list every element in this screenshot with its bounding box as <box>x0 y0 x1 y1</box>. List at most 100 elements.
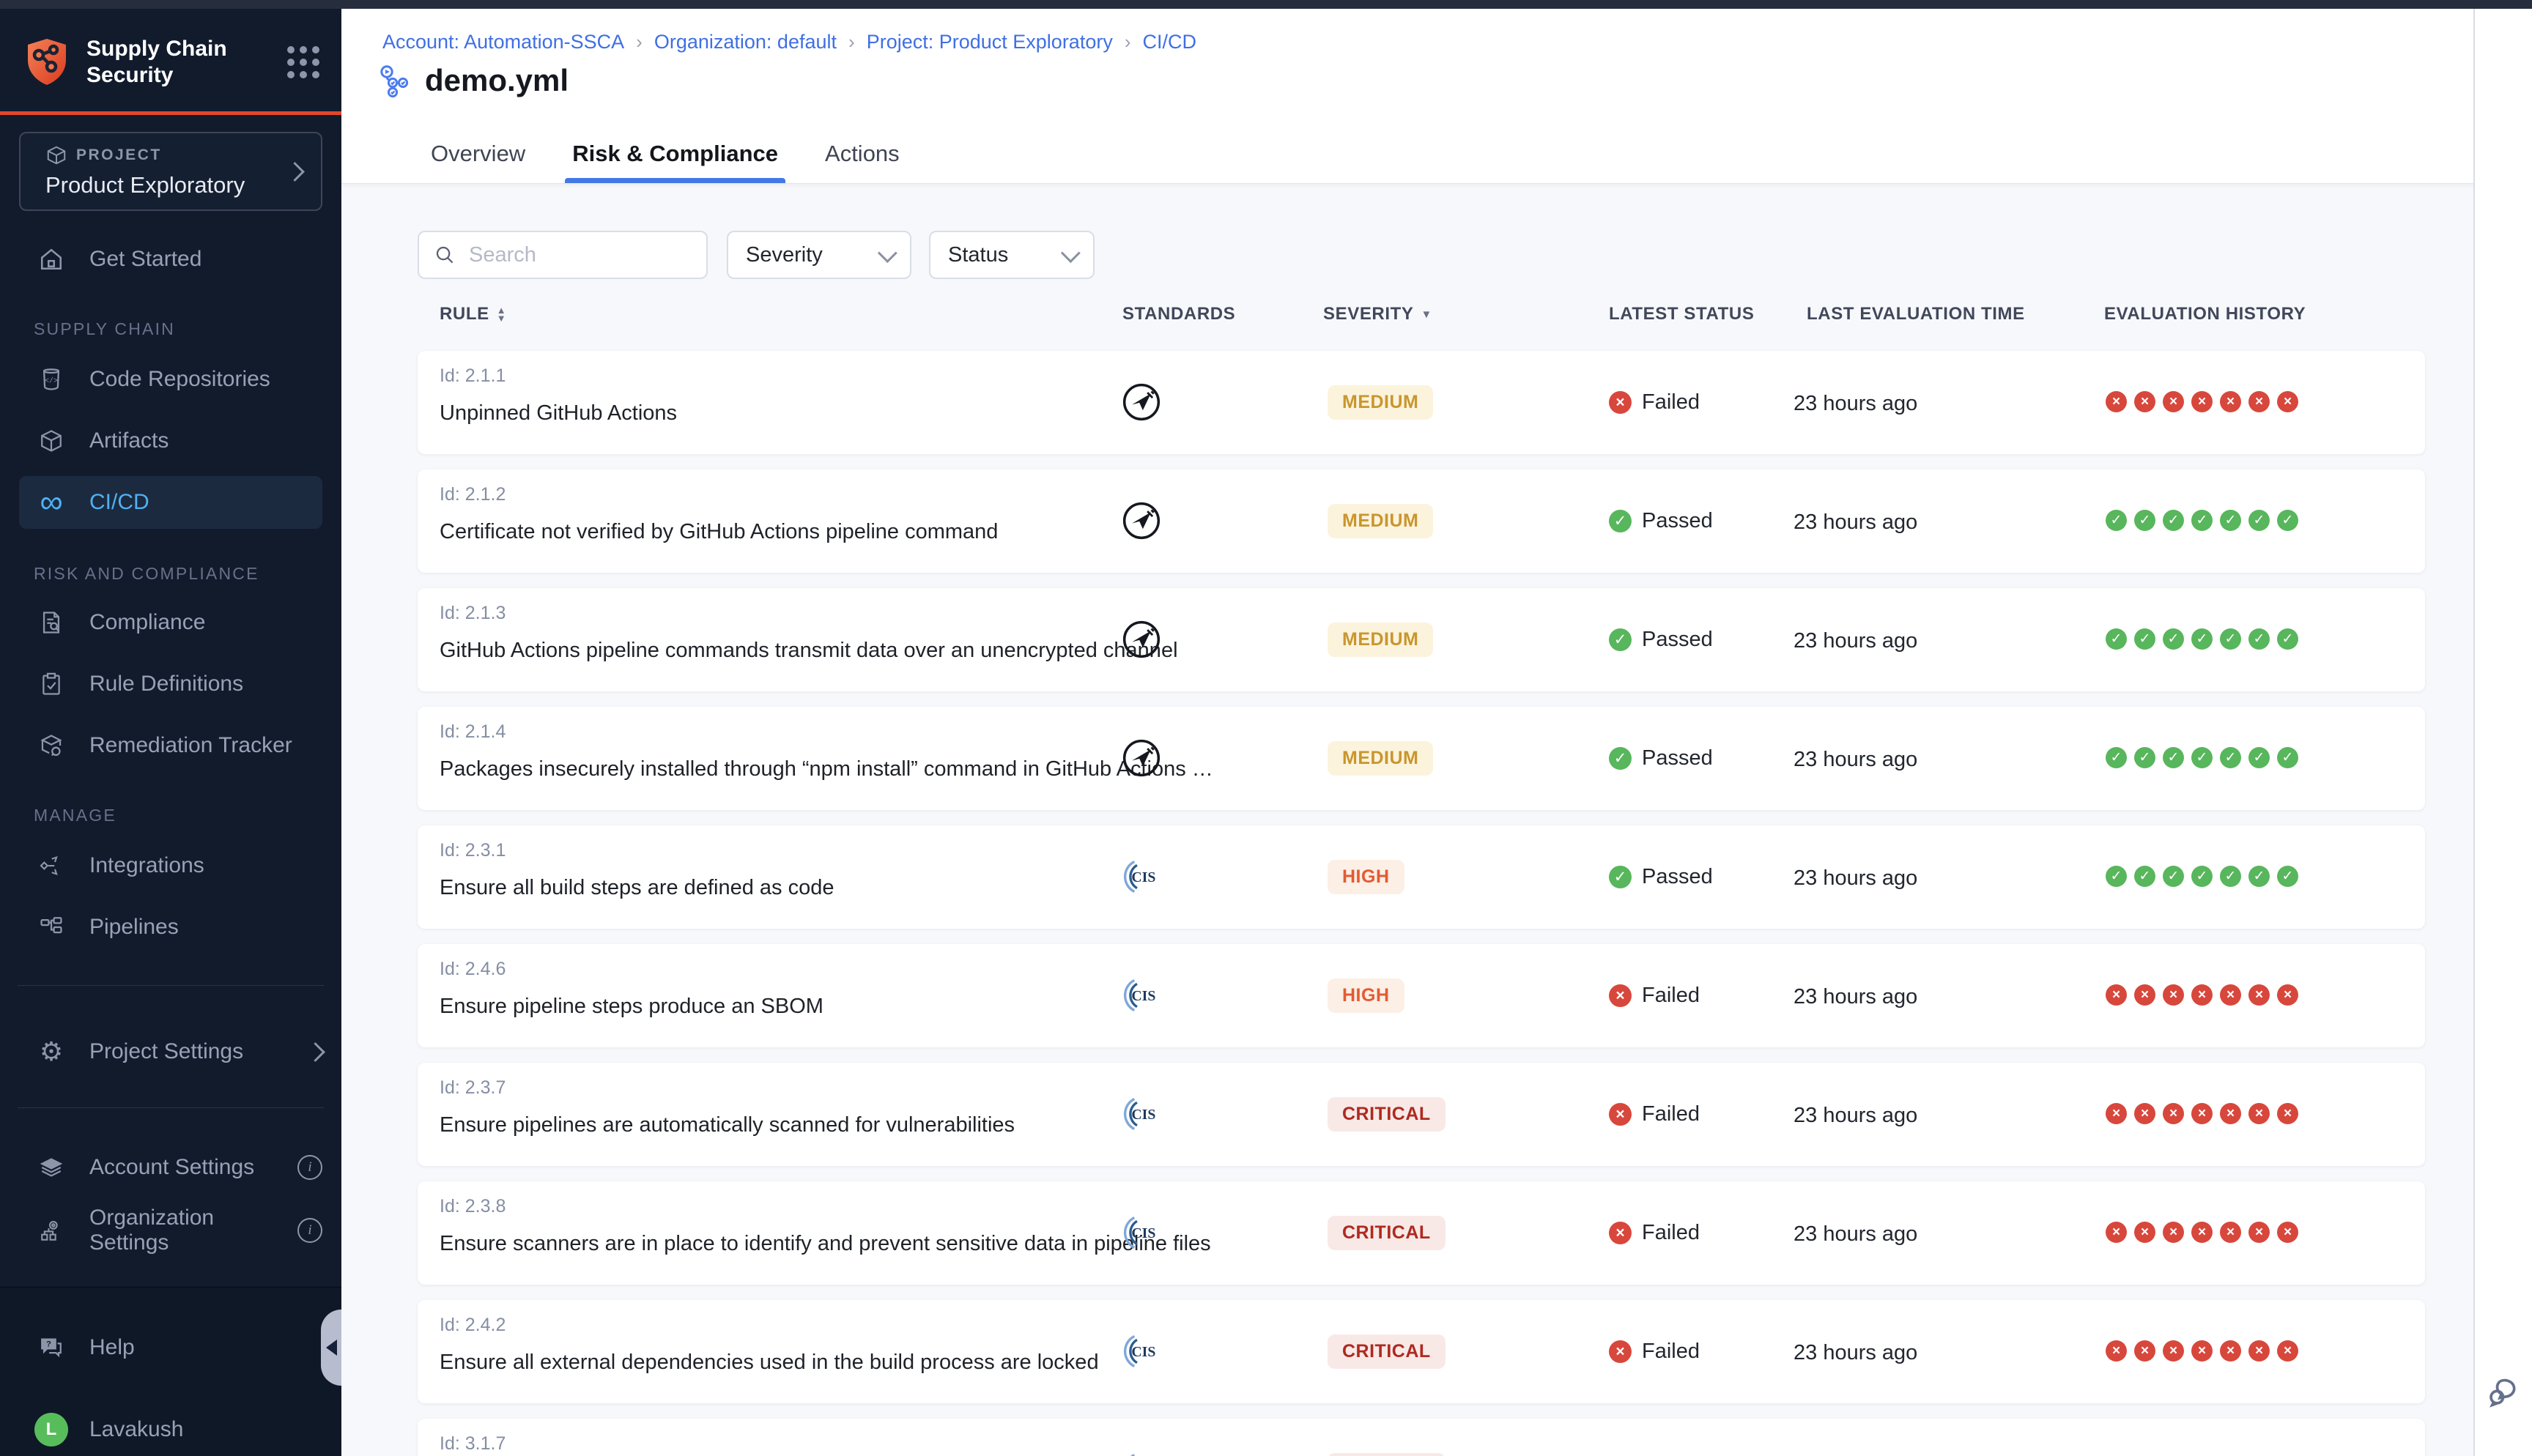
column-severity[interactable]: SEVERITY ▼ <box>1323 304 1432 324</box>
history-failed-icon: × <box>2163 984 2184 1006</box>
rule-row[interactable]: Id: 2.1.3GitHub Actions pipeline command… <box>418 588 2425 691</box>
rule-cell: Id: 2.3.1Ensure all build steps are defi… <box>440 840 834 900</box>
latest-status: ×Failed <box>1609 1221 1700 1245</box>
severity-filter[interactable]: Severity <box>727 231 911 279</box>
tab-risk-compliance[interactable]: Risk & Compliance <box>565 141 785 183</box>
rule-row[interactable]: Id: 2.3.1Ensure all build steps are defi… <box>418 825 2425 929</box>
evaluation-history: ✓✓✓✓✓✓✓ <box>2106 510 2298 531</box>
section-label-supply-chain: SUPPLY CHAIN <box>34 319 175 339</box>
status-label: Passed <box>1642 628 1713 652</box>
severity-badge: HIGH <box>1328 978 1404 1013</box>
history-passed-icon: ✓ <box>2134 510 2155 531</box>
rule-cell: Id: 2.4.2Ensure all external dependencie… <box>440 1315 1099 1375</box>
sidebar: Supply ChainSecurity PROJECT Product Exp… <box>0 9 341 1456</box>
tab-overview[interactable]: Overview <box>423 141 533 183</box>
history-failed-icon: × <box>2191 1340 2213 1362</box>
cube-icon <box>45 144 67 166</box>
tab-actions[interactable]: Actions <box>818 141 907 183</box>
history-failed-icon: × <box>2191 984 2213 1006</box>
rule-row[interactable]: Id: 3.1.7 CIS CRITICAL×Failed23 hours ag… <box>418 1419 2425 1456</box>
infinity-icon: ∞ <box>34 491 69 513</box>
column-last-evaluation-time: LAST EVALUATION TIME <box>1807 304 2025 324</box>
sidebar-item-compliance[interactable]: Compliance <box>19 596 322 649</box>
brand-accent-line <box>0 111 341 115</box>
breadcrumb-organization[interactable]: Organization: default <box>654 31 837 53</box>
sidebar-item-code-repositories[interactable]: </> Code Repositories <box>19 353 322 406</box>
standard-cis-icon: CIS <box>1119 1329 1163 1373</box>
history-failed-icon: × <box>2134 1222 2155 1243</box>
history-passed-icon: ✓ <box>2220 628 2241 650</box>
history-passed-icon: ✓ <box>2163 628 2184 650</box>
sidebar-item-cicd[interactable]: ∞ CI/CD <box>19 476 322 529</box>
rule-row[interactable]: Id: 2.1.1Unpinned GitHub Actions MEDIUM ×… <box>418 351 2425 454</box>
column-latest-status: LATEST STATUS <box>1609 304 1754 324</box>
rule-row[interactable]: Id: 2.4.2Ensure all external dependencie… <box>418 1300 2425 1403</box>
integrations-icon <box>34 853 69 878</box>
svg-text:?: ? <box>46 1340 51 1349</box>
document-search-icon <box>34 610 69 635</box>
user-menu[interactable]: L Lavakush <box>19 1403 322 1456</box>
standard-cis-icon: CIS <box>1119 1448 1163 1456</box>
history-failed-icon: × <box>2163 1340 2184 1362</box>
breadcrumb-account[interactable]: Account: Automation-SSCA <box>382 31 624 53</box>
sidebar-item-account-settings[interactable]: Account Settings i <box>19 1141 322 1194</box>
app-grid-icon[interactable] <box>287 46 319 78</box>
status-failed-icon: × <box>1609 1340 1632 1363</box>
column-rule[interactable]: RULE ▲▼ <box>440 304 506 324</box>
severity-badge: MEDIUM <box>1328 385 1433 420</box>
latest-status: ✓Passed <box>1609 865 1713 889</box>
chat-bubbles-icon[interactable] <box>2485 1373 2523 1411</box>
rule-cell: Id: 2.1.4Packages insecurely installed t… <box>440 721 1213 781</box>
section-label-manage: MANAGE <box>34 806 116 825</box>
evaluation-time: 23 hours ago <box>1793 1222 1917 1247</box>
sidebar-item-rule-definitions[interactable]: Rule Definitions <box>19 658 322 710</box>
rule-row[interactable]: Id: 2.1.2Certificate not verified by Git… <box>418 469 2425 573</box>
standard-drone-icon <box>1119 380 1163 424</box>
sidebar-item-project-settings[interactable]: ⚙ Project Settings <box>19 1025 322 1078</box>
severity-badge: CRITICAL <box>1328 1216 1445 1250</box>
history-passed-icon: ✓ <box>2220 510 2241 531</box>
info-icon[interactable]: i <box>297 1155 322 1180</box>
user-name: Lavakush <box>89 1417 183 1442</box>
history-failed-icon: × <box>2248 1340 2270 1362</box>
sidebar-divider <box>18 985 324 986</box>
rule-cell: Id: 2.1.1Unpinned GitHub Actions <box>440 365 677 426</box>
standard-cis-icon: CIS <box>1119 1211 1163 1255</box>
history-failed-icon: × <box>2220 984 2241 1006</box>
rule-row[interactable]: Id: 2.3.7Ensure pipelines are automatica… <box>418 1063 2425 1166</box>
clipboard-check-icon <box>34 672 69 697</box>
shield-logo-icon <box>23 37 70 87</box>
sidebar-item-organization-settings[interactable]: Organization Settings i <box>19 1204 322 1257</box>
history-failed-icon: × <box>2134 391 2155 412</box>
sort-both-icon: ▲▼ <box>497 306 506 322</box>
sort-desc-icon: ▼ <box>1421 308 1432 321</box>
sidebar-collapse-handle[interactable] <box>321 1310 341 1386</box>
info-icon[interactable]: i <box>297 1218 322 1243</box>
sidebar-item-artifacts[interactable]: Artifacts <box>19 415 322 467</box>
breadcrumb-project[interactable]: Project: Product Exploratory <box>867 31 1113 53</box>
sidebar-item-remediation-tracker[interactable]: Remediation Tracker <box>19 719 322 772</box>
sidebar-item-help[interactable]: ? Help <box>19 1321 322 1374</box>
sidebar-item-integrations[interactable]: Integrations <box>19 839 322 892</box>
evaluation-time: 23 hours ago <box>1793 392 1917 416</box>
avatar: L <box>34 1413 68 1446</box>
history-passed-icon: ✓ <box>2106 510 2127 531</box>
project-selector[interactable]: PROJECT Product Exploratory <box>19 132 322 211</box>
sidebar-item-pipelines[interactable]: Pipelines <box>19 901 322 954</box>
sidebar-item-get-started[interactable]: Get Started <box>19 233 322 286</box>
history-passed-icon: ✓ <box>2220 866 2241 887</box>
chevron-down-icon <box>1061 243 1081 263</box>
history-failed-icon: × <box>2106 1340 2127 1362</box>
rule-cell: Id: 2.1.3GitHub Actions pipeline command… <box>440 603 1178 663</box>
status-filter[interactable]: Status <box>929 231 1095 279</box>
standard-cis-icon: CIS <box>1119 855 1163 899</box>
column-standards: STANDARDS <box>1122 304 1235 324</box>
status-label: Failed <box>1642 390 1700 415</box>
severity-badge: CRITICAL <box>1328 1453 1445 1456</box>
rule-row[interactable]: Id: 2.4.6Ensure pipeline steps produce a… <box>418 944 2425 1047</box>
history-passed-icon: ✓ <box>2191 510 2213 531</box>
search-input[interactable] <box>467 242 675 268</box>
rule-row[interactable]: Id: 2.1.4Packages insecurely installed t… <box>418 707 2425 810</box>
breadcrumb-cicd[interactable]: CI/CD <box>1143 31 1197 53</box>
rule-row[interactable]: Id: 2.3.8Ensure scanners are in place to… <box>418 1181 2425 1285</box>
